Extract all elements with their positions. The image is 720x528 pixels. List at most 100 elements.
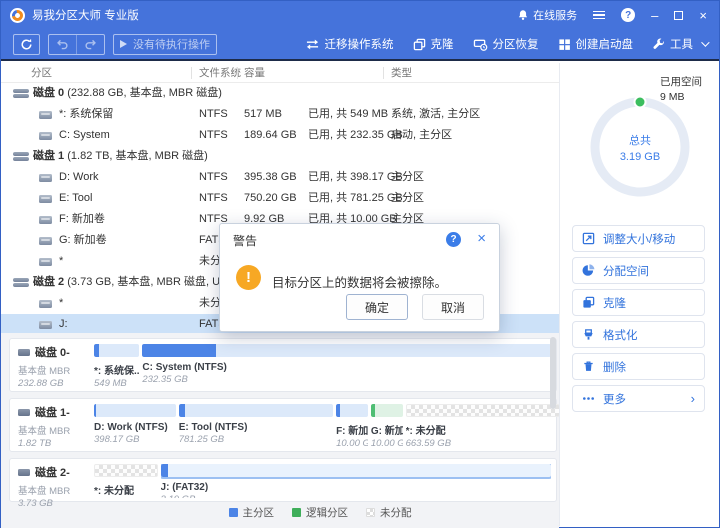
- tools-button[interactable]: 工具: [652, 36, 707, 52]
- map-block-j-selected[interactable]: J: (FAT32) 3.19 GB: [161, 464, 551, 498]
- disk-icon: [18, 469, 30, 476]
- clone-button-toolbar[interactable]: 克隆: [413, 36, 454, 52]
- menu-icon[interactable]: [593, 9, 605, 22]
- total-value: 3.19 GB: [620, 151, 660, 163]
- dialog-help-icon[interactable]: ?: [446, 232, 461, 247]
- map-block-unallocated-disk2[interactable]: *: 未分配 558 MB: [94, 464, 158, 498]
- more-button[interactable]: 更多 ›: [572, 385, 705, 412]
- map-block-e-tool[interactable]: E: Tool (NTFS) 781.25 GB: [179, 404, 333, 448]
- legend: 主分区 逻辑分区 未分配: [1, 505, 559, 520]
- partition-icon: [39, 237, 52, 245]
- allocate-space-icon: [582, 264, 595, 277]
- create-bootable-disk-button[interactable]: 创建启动盘: [558, 36, 634, 52]
- maximize-button[interactable]: [674, 11, 683, 20]
- total-label: 总共: [629, 132, 651, 148]
- disk-map-disk0: 磁盘 0- 基本盘 MBR 232.88 GB *: 系统保... 549 MB…: [9, 338, 557, 392]
- partition-recovery-button[interactable]: 分区恢复: [473, 36, 539, 52]
- disk-size: 1.82 TB: [18, 438, 94, 449]
- undo-button[interactable]: [49, 35, 76, 54]
- warning-icon: !: [236, 265, 261, 290]
- warning-dialog: 警告 ? × ! 目标分区上的数据将会被擦除。 确定 取消: [219, 223, 500, 332]
- table-row-e-tool[interactable]: E: Tool NTFS 750.20 GB已用, 共 781.25 GB 主分…: [1, 188, 559, 209]
- help-icon[interactable]: ?: [621, 8, 635, 22]
- table-row-d-work[interactable]: D: Work NTFS 395.38 GB已用, 共 398.17 GB 主分…: [1, 167, 559, 188]
- minimize-button[interactable]: –: [651, 9, 658, 22]
- clone-label-toolbar: 克隆: [431, 36, 454, 52]
- migrate-os-button[interactable]: 迁移操作系统: [305, 36, 394, 52]
- undo-redo-group: [48, 34, 105, 55]
- close-button[interactable]: ×: [699, 9, 707, 22]
- clone-button-sidebar[interactable]: 克隆: [572, 289, 705, 316]
- undo-icon: [56, 38, 69, 51]
- pending-operations-button[interactable]: 没有待执行操作: [113, 34, 217, 55]
- table-row-c-system[interactable]: C: System NTFS 189.64 GB已用, 共 232.35 GB …: [1, 125, 559, 146]
- disk-type: 基本盘 MBR: [18, 363, 94, 377]
- sidebar: 已用空间 9 MB 总共 3.19 GB 调整大小/移动 分配空间: [559, 63, 718, 526]
- toolbar: 没有待执行操作 迁移操作系统 克隆 分区恢复 创建启动盘 工具: [1, 29, 719, 61]
- redo-icon: [84, 38, 97, 51]
- disk-name: 磁盘 0-: [35, 344, 70, 360]
- refresh-button[interactable]: [13, 34, 40, 55]
- disk-icon: [18, 349, 30, 356]
- redo-button[interactable]: [76, 35, 104, 54]
- partition-icon: [39, 132, 52, 140]
- delete-button[interactable]: 删除: [572, 353, 705, 380]
- chevron-down-icon: [701, 38, 709, 46]
- partition-icon: [39, 216, 52, 224]
- disk-icon: [13, 278, 29, 287]
- vertical-scrollbar[interactable]: [550, 337, 556, 409]
- map-block-g-volume[interactable]: G: 新加卷... 10.00 GB: [371, 404, 403, 448]
- map-block-c-system[interactable]: C: System (NTFS) 232.35 GB: [142, 344, 551, 388]
- usage-donut-chart: 总共 3.19 GB: [588, 95, 692, 199]
- partition-icon: [39, 321, 52, 329]
- partition-recovery-label: 分区恢复: [493, 36, 539, 52]
- chevron-right-icon: ›: [691, 391, 695, 406]
- legend-logical: 逻辑分区: [292, 505, 348, 520]
- online-service-button[interactable]: 在线服务: [517, 7, 577, 23]
- allocate-space-button[interactable]: 分配空间: [572, 257, 705, 284]
- legend-primary: 主分区: [229, 505, 275, 520]
- map-block-d-work[interactable]: D: Work (NTFS) 398.17 GB: [94, 404, 176, 448]
- partition-icon: [39, 258, 52, 266]
- table-row-disk0[interactable]: 磁盘 0 (232.88 GB, 基本盘, MBR 磁盘): [1, 83, 559, 104]
- disk-icon: [18, 409, 30, 416]
- partition-icon: [39, 300, 52, 308]
- clone-icon: [582, 296, 595, 309]
- play-icon: [120, 40, 127, 48]
- column-header-partition: 分区: [31, 63, 52, 83]
- disk-size: 232.88 GB: [18, 378, 94, 389]
- ok-button[interactable]: 确定: [346, 294, 408, 320]
- map-block-system-reserved[interactable]: *: 系统保... 549 MB: [94, 344, 139, 388]
- dialog-message: 目标分区上的数据将会被擦除。: [272, 272, 447, 291]
- partition-icon: [39, 111, 52, 119]
- column-header-capacity: 容量: [244, 63, 265, 83]
- map-block-f-volume[interactable]: F: 新加卷... 10.00 GB: [336, 404, 368, 448]
- logical-swatch-icon: [292, 508, 301, 517]
- resize-move-button[interactable]: 调整大小/移动: [572, 225, 705, 252]
- unallocated-swatch-icon: [366, 508, 375, 517]
- create-bootable-disk-label: 创建启动盘: [576, 36, 634, 52]
- cancel-button[interactable]: 取消: [422, 294, 484, 320]
- tools-icon: [652, 38, 665, 51]
- format-icon: [582, 328, 595, 341]
- more-label: 更多: [603, 391, 626, 407]
- table-row-system-reserved[interactable]: *: 系统保留 NTFS 517 MB已用, 共 549 MB 系统, 激活, …: [1, 104, 559, 125]
- app-logo-icon: [10, 8, 25, 23]
- table-row-disk1[interactable]: 磁盘 1 (1.82 TB, 基本盘, MBR 磁盘): [1, 146, 559, 167]
- partition-icon: [39, 195, 52, 203]
- clone-icon: [413, 38, 426, 51]
- delete-icon: [582, 360, 595, 373]
- format-button[interactable]: 格式化: [572, 321, 705, 348]
- migrate-os-label: 迁移操作系统: [325, 36, 394, 52]
- bootable-disk-icon: [558, 38, 571, 51]
- resize-move-label: 调整大小/移动: [603, 231, 675, 247]
- delete-label: 删除: [603, 359, 626, 375]
- app-window: 易我分区大师 专业版 在线服务 ? – × 没有待执: [0, 0, 720, 528]
- title-bar: 易我分区大师 专业版 在线服务 ? – ×: [1, 1, 719, 29]
- dialog-close-icon[interactable]: ×: [477, 230, 486, 248]
- column-header-filesystem: 文件系统: [199, 63, 241, 83]
- map-block-unallocated-disk1[interactable]: *: 未分配 663.59 GB: [406, 404, 560, 448]
- disk-name: 磁盘 1-: [35, 404, 70, 420]
- format-label: 格式化: [603, 327, 638, 343]
- disk-map-section: 磁盘 0- 基本盘 MBR 232.88 GB *: 系统保... 549 MB…: [1, 333, 559, 528]
